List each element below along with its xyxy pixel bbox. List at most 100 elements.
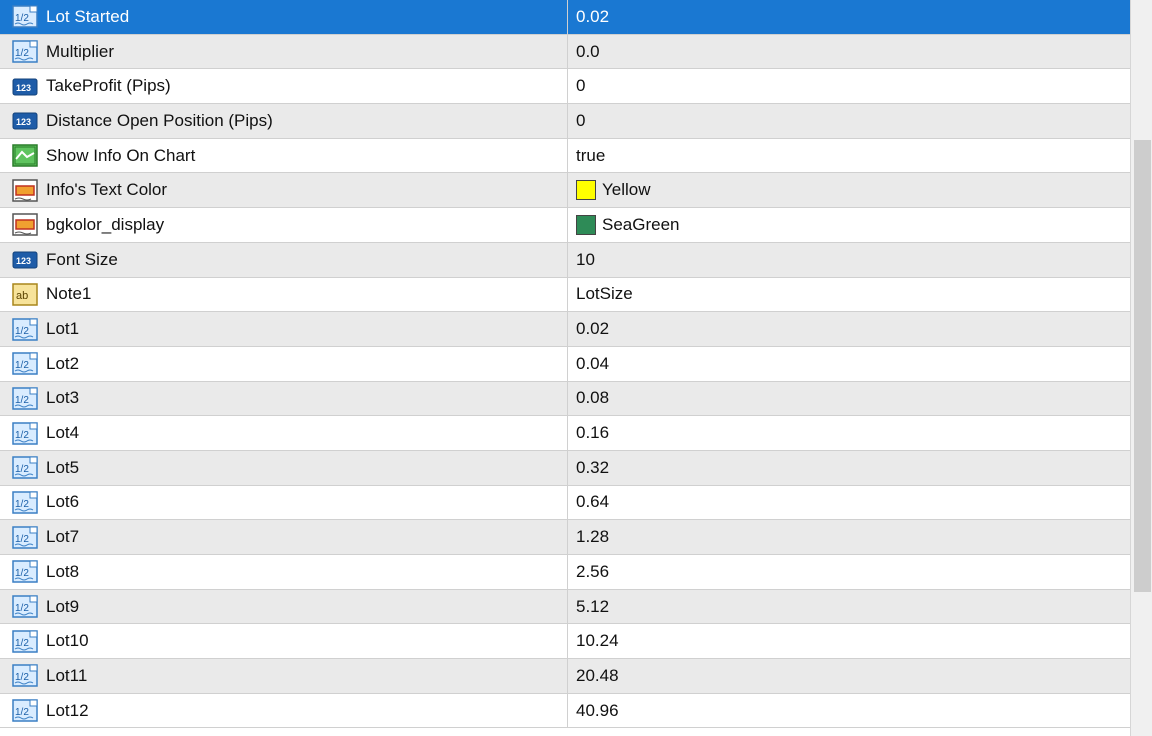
parameter-value-cell[interactable]: 0	[568, 104, 1130, 138]
svg-text:1/2: 1/2	[15, 568, 29, 579]
fraction-icon: 1/2	[12, 421, 38, 445]
parameter-value-cell[interactable]: 0	[568, 69, 1130, 103]
parameter-value[interactable]: SeaGreen	[602, 215, 680, 235]
parameter-value-cell[interactable]: 0.02	[568, 312, 1130, 346]
input-row-lot9[interactable]: 1/2 Lot9 5.12	[0, 589, 1130, 625]
parameter-value[interactable]: 0.16	[576, 423, 609, 443]
input-row-distance-open-position-pips[interactable]: 123 Distance Open Position (Pips) 0	[0, 104, 1130, 139]
parameter-value[interactable]: 0.02	[576, 319, 609, 339]
parameter-value-cell[interactable]: SeaGreen	[568, 208, 1130, 242]
parameter-value[interactable]: 1.28	[576, 527, 609, 547]
parameter-value[interactable]: 0	[576, 76, 585, 96]
input-row-lot11[interactable]: 1/2 Lot11 20.48	[0, 659, 1130, 694]
input-row-bgkolor-display[interactable]: bgkolor_display SeaGreen	[0, 208, 1130, 243]
parameter-value[interactable]: 0	[576, 111, 585, 131]
parameter-name-cell: 1/2 Lot1	[0, 312, 568, 346]
parameter-name: Lot Started	[46, 6, 130, 26]
parameter-value[interactable]: 0.04	[576, 354, 609, 374]
parameter-name: Multiplier	[46, 41, 115, 61]
input-row-lot5[interactable]: 1/2 Lot5 0.32	[0, 450, 1130, 486]
parameter-value[interactable]: 0.0	[576, 42, 600, 62]
fraction-icon: 1/2	[12, 525, 38, 549]
vertical-scrollbar[interactable]	[1131, 0, 1152, 736]
svg-text:1/2: 1/2	[15, 360, 29, 371]
fraction-icon: 1/2	[12, 629, 38, 653]
input-row-note1[interactable]: ab Note1 LotSize	[0, 277, 1130, 313]
input-row-font-size[interactable]: 123 Font Size 10	[0, 242, 1130, 278]
parameter-value-cell[interactable]: 5.12	[568, 590, 1130, 624]
parameter-name: Lot2	[46, 353, 80, 373]
parameter-name: Lot9	[46, 596, 80, 616]
parameter-name-cell: 123 Font Size	[0, 242, 568, 277]
parameter-name: Lot11	[46, 665, 88, 685]
parameter-value[interactable]: 0.08	[576, 388, 609, 408]
parameter-name-cell: 1/2 Lot4	[0, 416, 568, 450]
parameter-value-cell[interactable]: 0.08	[568, 382, 1130, 416]
parameter-value-cell[interactable]: 20.48	[568, 659, 1130, 693]
input-row-show-info-on-chart[interactable]: Show Info On Chart true	[0, 138, 1130, 174]
input-row-lot10[interactable]: 1/2 Lot10 10.24	[0, 624, 1130, 660]
parameter-name: Font Size	[46, 249, 118, 269]
parameter-name: Info's Text Color	[46, 180, 168, 200]
svg-text:123: 123	[16, 83, 31, 93]
parameter-value[interactable]: 2.56	[576, 562, 609, 582]
input-row-lot12[interactable]: 1/2 Lot12 40.96	[0, 693, 1130, 729]
input-row-lot1[interactable]: 1/2 Lot1 0.02	[0, 312, 1130, 347]
input-row-lot7[interactable]: 1/2 Lot7 1.28	[0, 520, 1130, 555]
parameter-value-cell[interactable]: 2.56	[568, 555, 1130, 589]
input-row-lot8[interactable]: 1/2 Lot8 2.56	[0, 555, 1130, 590]
string-icon: ab	[12, 283, 38, 306]
parameter-value[interactable]: 10	[576, 250, 595, 270]
parameter-value-cell[interactable]: 0.32	[568, 451, 1130, 485]
fraction-icon: 1/2	[12, 699, 38, 722]
parameter-value[interactable]: 40.96	[576, 701, 619, 721]
input-row-lot-started[interactable]: 1/2 Lot Started 0.02	[0, 0, 1130, 35]
color-icon	[12, 179, 38, 202]
parameter-value-cell[interactable]: 0.16	[568, 416, 1130, 450]
parameter-value-cell[interactable]: 0.64	[568, 486, 1130, 520]
parameter-name: Lot3	[46, 388, 80, 408]
parameter-value-cell[interactable]: LotSize	[568, 278, 1130, 312]
parameter-name: Lot4	[46, 423, 80, 443]
input-row-info-s-text-color[interactable]: Info's Text Color Yellow	[0, 173, 1130, 209]
parameter-value[interactable]: 0.32	[576, 458, 609, 478]
parameter-name: Lot10	[46, 631, 89, 651]
parameter-value[interactable]: Yellow	[602, 180, 651, 200]
input-row-lot2[interactable]: 1/2 Lot2 0.04	[0, 346, 1130, 382]
integer-icon: 123	[12, 75, 38, 98]
parameter-value-cell[interactable]: 0.0	[568, 35, 1130, 69]
parameter-value[interactable]: 10.24	[576, 631, 619, 651]
parameter-value-cell[interactable]: 40.96	[568, 694, 1130, 728]
parameter-name-cell: 1/2 Lot3	[0, 381, 568, 416]
parameter-value[interactable]: true	[576, 146, 605, 166]
parameter-value-cell[interactable]: 10	[568, 243, 1130, 277]
parameter-value-cell[interactable]: 0.02	[568, 0, 1130, 34]
input-row-lot4[interactable]: 1/2 Lot4 0.16	[0, 416, 1130, 451]
parameter-name-cell: bgkolor_display	[0, 208, 568, 242]
svg-text:1/2: 1/2	[15, 499, 29, 510]
scrollbar-thumb[interactable]	[1134, 140, 1151, 592]
parameter-value[interactable]: 20.48	[576, 666, 619, 686]
parameter-name-cell: 1/2 Lot5	[0, 450, 568, 485]
input-row-lot6[interactable]: 1/2 Lot6 0.64	[0, 485, 1130, 521]
parameter-value-cell[interactable]: 10.24	[568, 624, 1130, 658]
boolean-icon	[12, 144, 38, 167]
parameter-value-cell[interactable]: 1.28	[568, 520, 1130, 554]
parameter-value-cell[interactable]: true	[568, 139, 1130, 173]
parameter-name: Lot6	[46, 492, 80, 512]
input-row-multiplier[interactable]: 1/2 Multiplier 0.0	[0, 34, 1130, 70]
input-row-takeprofit-pips[interactable]: 123 TakeProfit (Pips) 0	[0, 69, 1130, 105]
svg-text:ab: ab	[16, 290, 28, 302]
parameter-value-cell[interactable]: 0.04	[568, 347, 1130, 381]
parameter-value[interactable]: 0.64	[576, 492, 609, 512]
parameter-value[interactable]: 5.12	[576, 597, 609, 617]
parameter-name: Lot7	[46, 527, 80, 547]
fraction-icon: 1/2	[12, 456, 38, 480]
parameter-value[interactable]: LotSize	[576, 284, 633, 304]
parameter-name-cell: ab Note1	[0, 277, 568, 312]
parameter-value[interactable]: 0.02	[576, 7, 609, 27]
inputs-grid: 1/2 Lot Started 0.02 1/2 Multiplier 0.0 123 Tak…	[0, 0, 1131, 736]
parameter-name-cell: 1/2 Multiplier	[0, 34, 568, 69]
parameter-value-cell[interactable]: Yellow	[568, 173, 1130, 207]
input-row-lot3[interactable]: 1/2 Lot3 0.08	[0, 381, 1130, 417]
